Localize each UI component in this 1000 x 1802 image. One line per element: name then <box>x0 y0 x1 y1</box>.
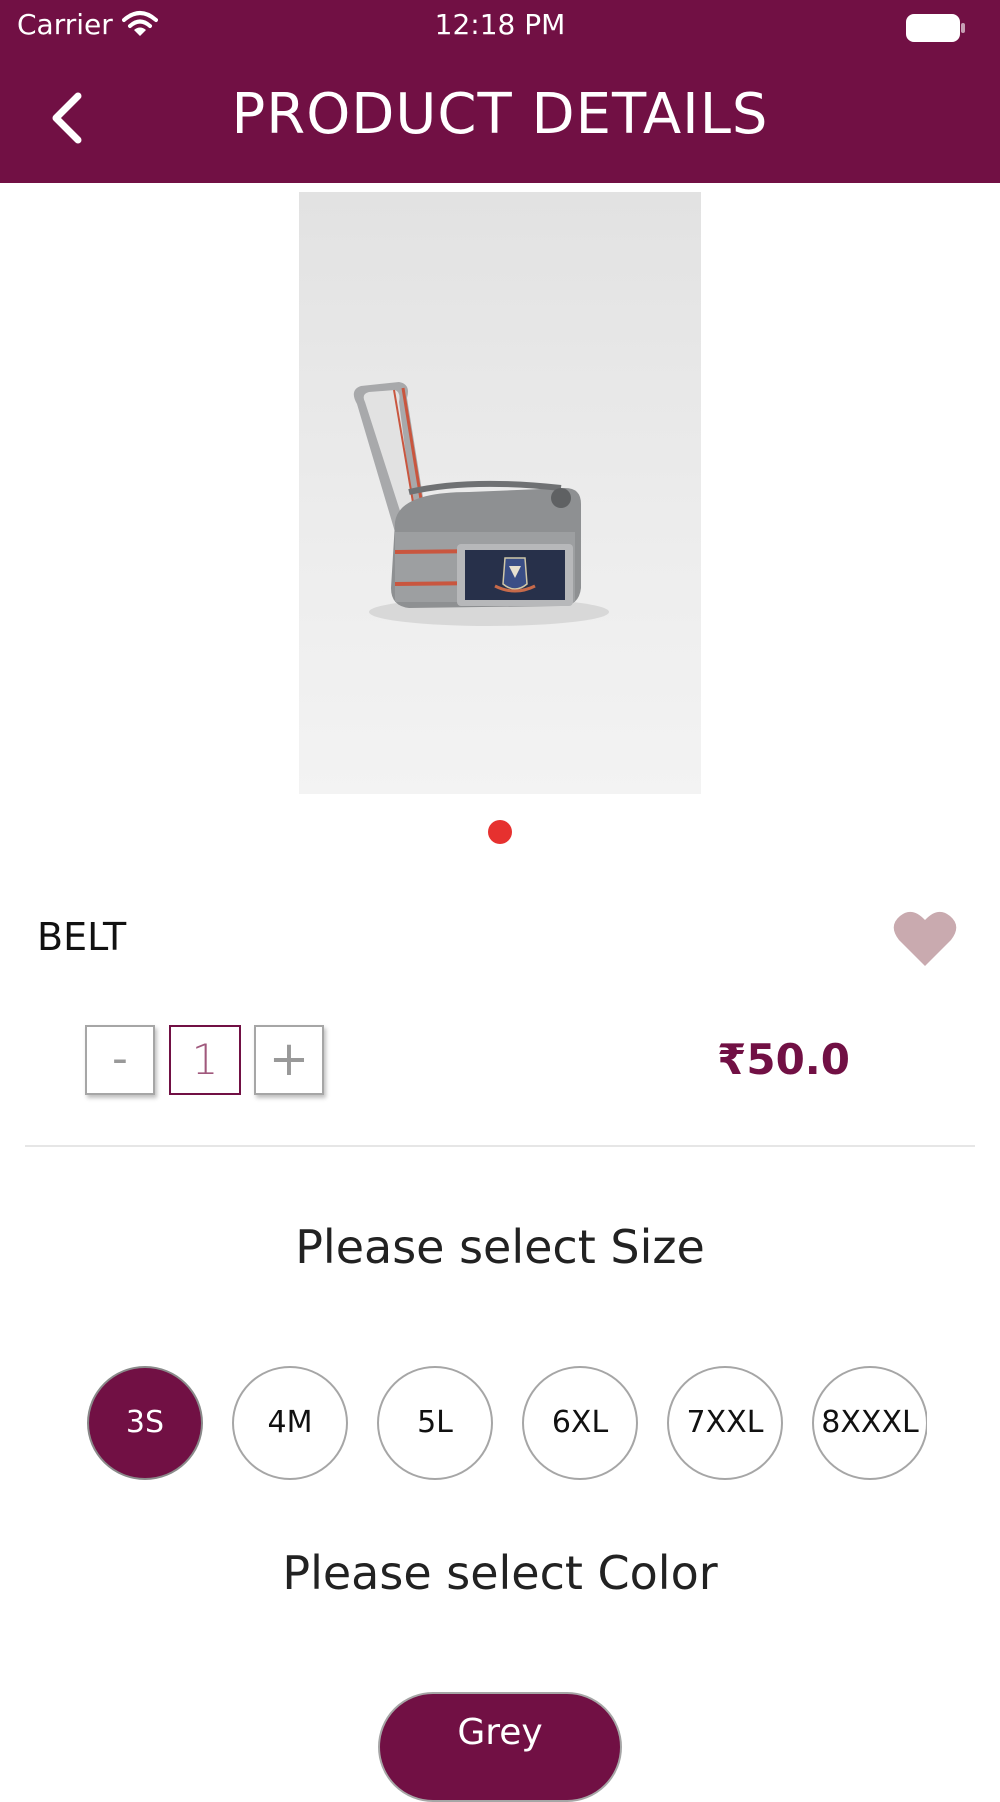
size-option-6xl[interactable]: 6XL <box>522 1366 638 1480</box>
product-price: ₹50.0 <box>717 1035 850 1084</box>
size-option-8xxxl[interactable]: 8XXXL <box>812 1366 927 1480</box>
size-option-3s[interactable]: 3S <box>87 1366 203 1480</box>
product-image[interactable] <box>299 192 701 794</box>
product-name: BELT <box>37 915 127 959</box>
battery-icon <box>906 14 965 42</box>
size-options: 3S 4M 5L 6XL 7XXL 8XXXL <box>87 1366 927 1482</box>
product-photo <box>299 192 701 794</box>
size-option-4m[interactable]: 4M <box>232 1366 348 1480</box>
size-option-7xxl[interactable]: 7XXL <box>667 1366 783 1480</box>
quantity-increase-button[interactable]: + <box>254 1025 324 1095</box>
app-header: Carrier 12:18 PM PRODUCT DETAILS <box>0 0 1000 183</box>
color-option-grey[interactable]: Grey <box>378 1692 622 1802</box>
divider <box>25 1145 975 1147</box>
heart-icon <box>893 911 957 966</box>
size-option-5l[interactable]: 5L <box>377 1366 493 1480</box>
favorite-button[interactable] <box>892 906 958 970</box>
status-time: 12:18 PM <box>434 8 566 41</box>
page-title: PRODUCT DETAILS <box>231 82 769 147</box>
quantity-decrease-button[interactable]: - <box>85 1025 155 1095</box>
color-heading: Please select Color <box>282 1546 718 1600</box>
size-heading: Please select Size <box>295 1220 705 1274</box>
carousel-page-indicator[interactable] <box>488 820 512 844</box>
quantity-input[interactable]: 1 <box>169 1025 241 1095</box>
